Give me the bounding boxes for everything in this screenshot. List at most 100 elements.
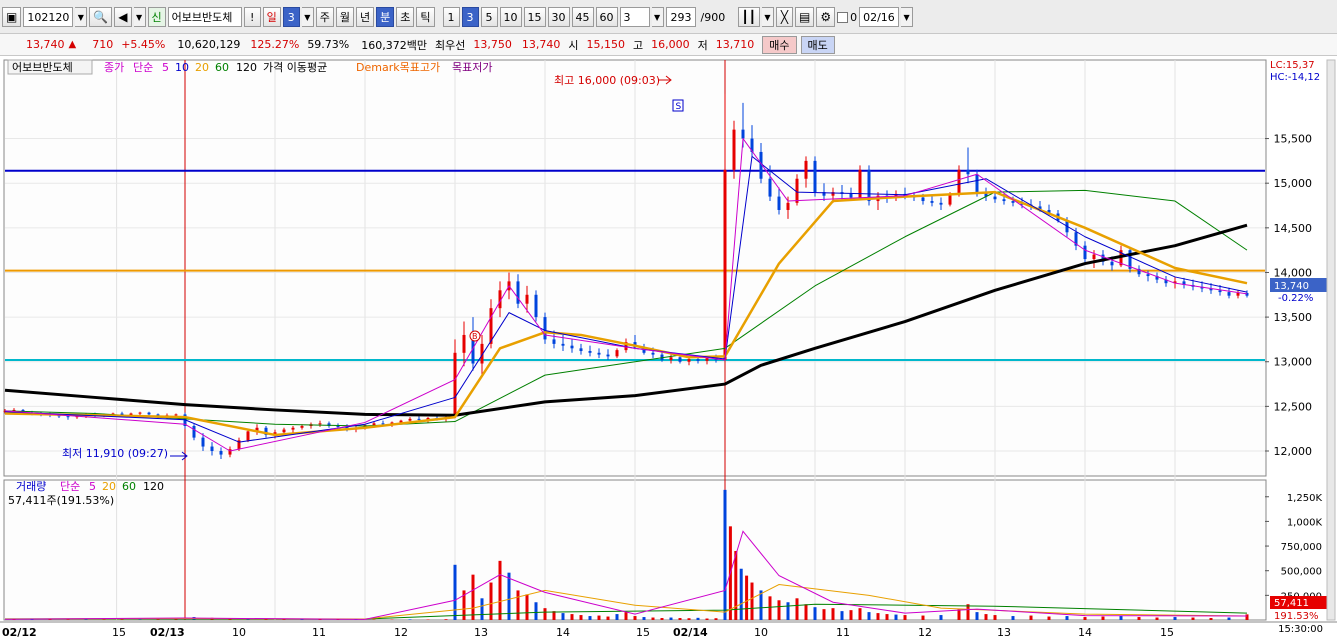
volume-bar	[1209, 618, 1213, 620]
search-icon[interactable]: 🔍	[89, 7, 113, 27]
date-dropdown[interactable]: ▼	[901, 7, 914, 27]
time-axis-label: 13	[997, 626, 1011, 639]
week-button[interactable]: 주	[315, 7, 334, 27]
interval-button-15[interactable]: 15	[523, 7, 546, 27]
interval-button-45[interactable]: 45	[571, 7, 594, 27]
volume-legend-ma60: 60	[122, 480, 136, 493]
time-axis-label: 15	[112, 626, 126, 639]
volume-bar	[750, 582, 754, 620]
buy-button[interactable]: 매수	[762, 35, 797, 54]
stock-chart[interactable]: 15,500 15,000 14,500 14,000 13,500 13,000 12,5…	[0, 56, 1337, 642]
hc-value: HC:-14,12	[1270, 72, 1320, 83]
volume-bar	[687, 618, 691, 620]
interval-button-10[interactable]: 10	[499, 7, 522, 27]
vertical-scrollbar[interactable]	[1326, 59, 1336, 621]
volume-bar	[516, 590, 520, 620]
month-button[interactable]: 월	[335, 7, 355, 27]
volume: 10,620,129	[177, 38, 241, 51]
range-input[interactable]: 293	[665, 7, 696, 27]
legend-demark-high: Demark목표고가	[356, 61, 440, 74]
candle-body	[615, 350, 619, 357]
candle-body	[921, 197, 925, 202]
interval-button-1[interactable]: 1	[442, 7, 460, 27]
interval-button-30[interactable]: 30	[547, 7, 570, 27]
time-axis-label: 15	[636, 626, 650, 639]
draw-tool-icon[interactable]: ╳	[775, 7, 793, 27]
sell-button[interactable]: 매도	[800, 35, 835, 54]
day-num-dropdown[interactable]: ▼	[301, 7, 314, 27]
time-axis-label: 10	[232, 626, 246, 639]
volume-bar	[1173, 617, 1177, 620]
second-button[interactable]: 초	[396, 7, 415, 27]
stock-code-input[interactable]: 102120	[23, 7, 74, 27]
year-button[interactable]: 년	[356, 7, 375, 27]
layout-icon[interactable]: ▣	[2, 7, 22, 27]
interval-button-60[interactable]: 60	[595, 7, 618, 27]
candle-body	[930, 201, 934, 203]
volume-bar	[759, 590, 763, 620]
volume-bar	[723, 489, 727, 620]
open-price: 15,150	[586, 38, 626, 51]
stock-code-dropdown[interactable]: ▼	[75, 7, 88, 27]
interval-button-5[interactable]: 5	[480, 7, 498, 27]
volume-bar	[786, 602, 790, 620]
time-axis-label: 12	[918, 626, 932, 639]
volume-bar	[831, 608, 835, 620]
toolbar-row: ▣ 102120 ▼ 🔍 ◀ ▼ 신 어보브반도체 ! 일 3 ▼ 주 월 년 …	[2, 6, 914, 28]
candle-body	[777, 196, 781, 210]
day-button[interactable]: 일	[262, 7, 281, 27]
interval-button-3[interactable]: 3	[461, 7, 479, 27]
volume-bar	[894, 614, 898, 620]
candle-body	[597, 352, 601, 355]
volume-bar	[588, 616, 592, 620]
time-axis-label: 02/13	[150, 626, 185, 639]
legend-ma120: 120	[236, 61, 257, 74]
volume-bar	[957, 609, 961, 620]
volume-bar	[624, 612, 628, 620]
candle-body	[318, 423, 322, 425]
candle-body	[1083, 245, 1087, 260]
candle-body	[462, 334, 466, 353]
candle-body	[192, 426, 196, 438]
candle-body	[336, 426, 340, 428]
volume-bar	[579, 615, 583, 620]
zero-checkbox[interactable]	[837, 11, 849, 23]
sin-badge[interactable]: 신	[147, 7, 166, 27]
volume-bar	[615, 614, 619, 620]
zero-checkbox-group: 0	[837, 11, 857, 24]
candle-type-icon[interactable]: ┃┃	[737, 7, 760, 27]
stock-name-field[interactable]: 어보브반도체	[167, 7, 242, 27]
exclaim-button[interactable]: !	[243, 7, 261, 27]
speaker-dropdown[interactable]: ▼	[133, 7, 146, 27]
volume-bar	[885, 614, 889, 620]
volume-bar	[174, 619, 178, 620]
volume-bar	[705, 618, 709, 620]
date-input[interactable]: 02/16	[859, 7, 900, 27]
candle-body	[570, 345, 574, 349]
volume-bar	[651, 617, 655, 620]
candle-body	[957, 169, 961, 194]
volume-bar	[1137, 617, 1141, 620]
candle-type-dropdown[interactable]: ▼	[761, 7, 774, 27]
volume-bar	[795, 598, 799, 620]
tick-button[interactable]: 틱	[416, 7, 435, 27]
candle-body	[282, 429, 286, 433]
candle-body	[786, 202, 790, 210]
signal-b-icon: B	[469, 330, 481, 342]
candle-body	[381, 423, 385, 425]
speaker-icon[interactable]: ◀	[114, 7, 132, 27]
volume-bar	[561, 613, 565, 620]
low-price: 13,710	[715, 38, 755, 51]
custom-interval-input[interactable]: 3	[619, 7, 650, 27]
volume-legend-simple: 단순	[60, 480, 80, 493]
save-icon[interactable]: ▤	[794, 7, 815, 27]
volume-bar	[534, 602, 538, 620]
time-axis-label: 13	[474, 626, 488, 639]
price-tick-label: 15,500	[1274, 133, 1313, 146]
day-num-button[interactable]: 3	[282, 7, 300, 27]
custom-interval-dropdown[interactable]: ▼	[651, 7, 664, 27]
minute-button[interactable]: 분	[376, 7, 395, 27]
candle-body	[408, 418, 412, 421]
gear-icon[interactable]: ⚙	[816, 7, 836, 27]
candle-body	[1002, 199, 1006, 202]
